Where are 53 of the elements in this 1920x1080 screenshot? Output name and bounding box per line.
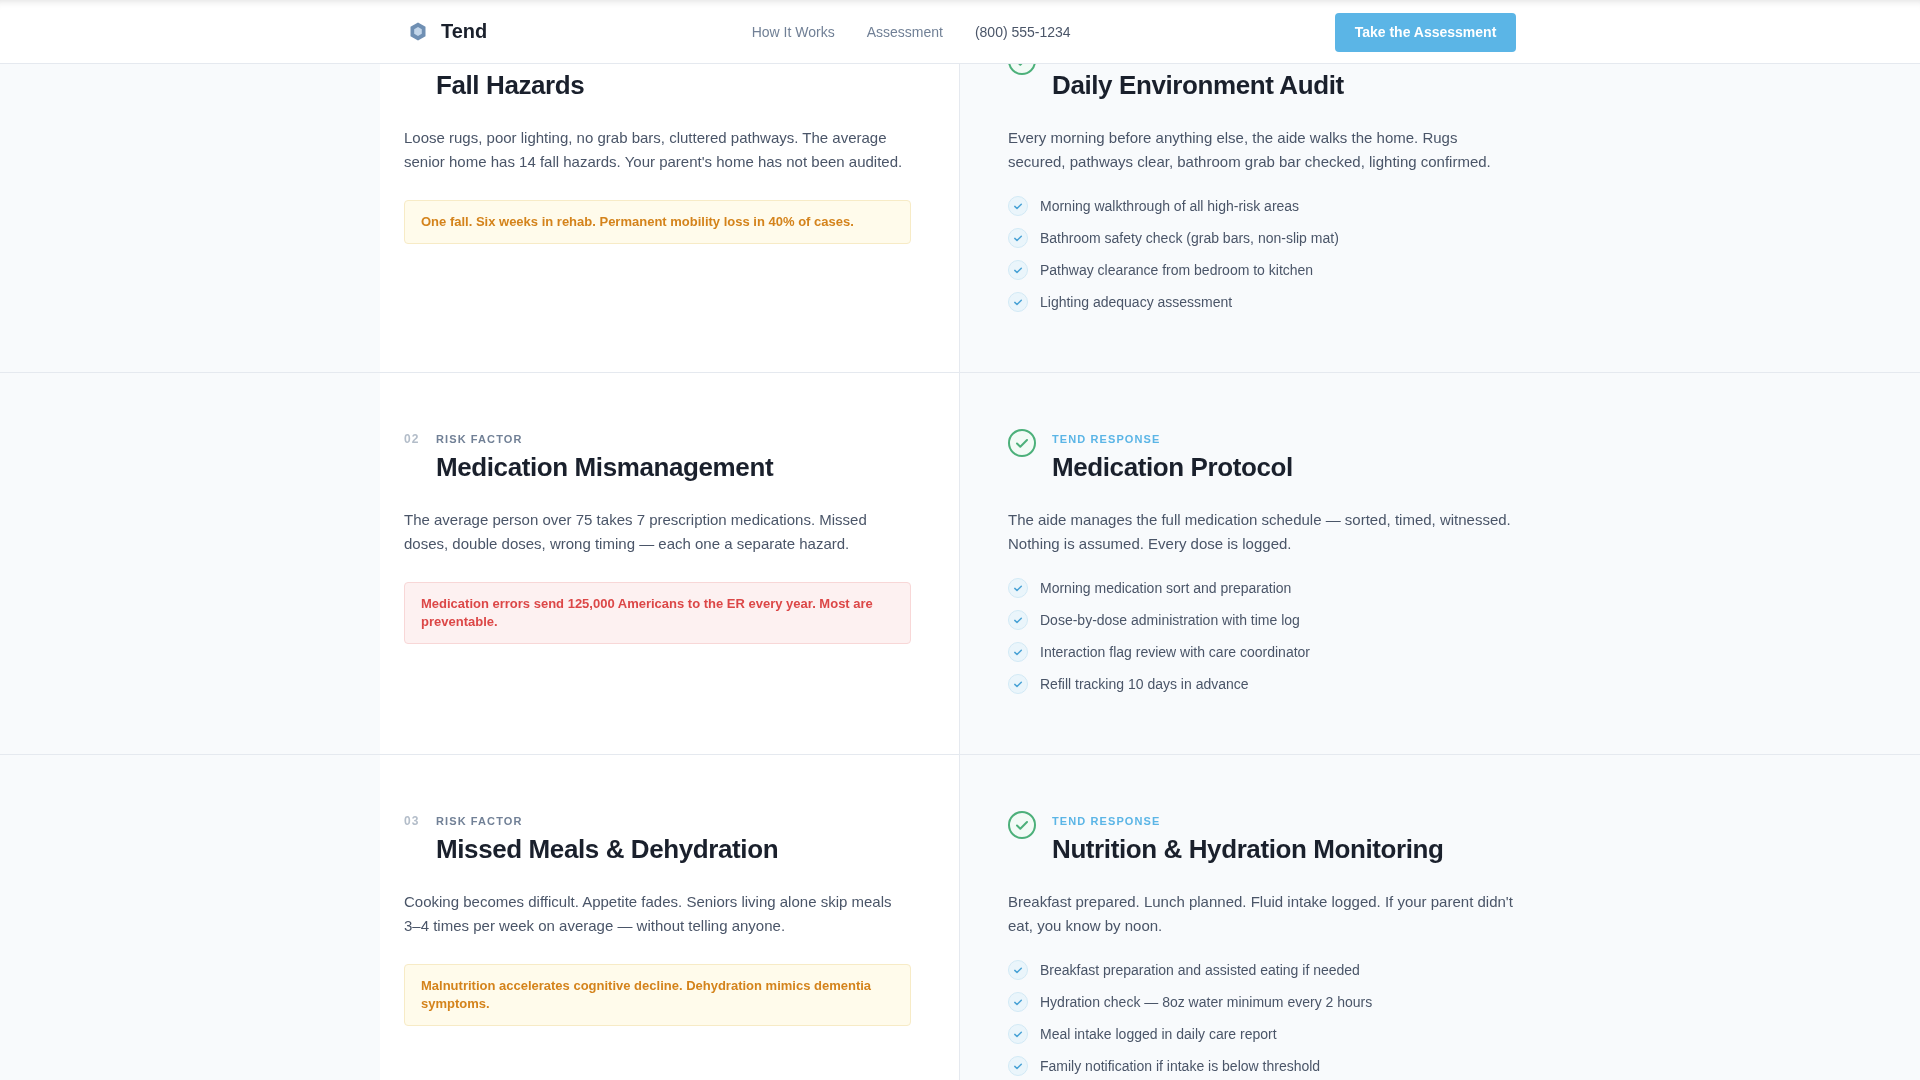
- nav-link[interactable]: How It Works: [751, 24, 835, 40]
- hexagon-logo-icon: [410, 22, 426, 41]
- checklist-item: Breakfast preparation and assisted eating if needed: [1040, 961, 1360, 980]
- step-number: 03: [404, 814, 420, 828]
- check-circle-icon: [1008, 992, 1028, 1012]
- nav-link[interactable]: (800) 555-1234: [974, 24, 1071, 40]
- checklist-item: Refill tracking 10 days in advance: [1040, 675, 1249, 694]
- section-label: TEND RESPONSE: [1052, 814, 1161, 828]
- section-heading: Fall Hazards: [436, 69, 586, 101]
- check-circle-icon: [1008, 228, 1028, 248]
- section-label: TEND RESPONSE: [1052, 432, 1161, 446]
- checklist-item: Hydration check — 8oz water minimum every 2 hours: [1040, 993, 1373, 1012]
- section-heading: Medication Mismanagement: [436, 451, 775, 483]
- check-circle-icon: [1008, 196, 1028, 216]
- section-text: Cooking becomes difficult. Appetite fades. Seniors living alone skip meals 3–4 times per week on average — without telling anyone.: [404, 892, 893, 936]
- section-label: RISK FACTOR: [436, 814, 523, 828]
- section-heading: Medication Protocol: [1052, 451, 1294, 483]
- section-label: RISK FACTOR: [436, 432, 523, 446]
- callout: One fall. Six weeks in rehab. Permanent mobility loss in 40% of cases.: [404, 200, 911, 244]
- check-circle-icon: [1008, 642, 1028, 662]
- take-assessment-button[interactable]: Take the Assessment: [1335, 12, 1516, 52]
- check-circle-icon: [1008, 429, 1036, 457]
- check-circle-icon: [1008, 960, 1028, 980]
- section-heading: Daily Environment Audit: [1052, 69, 1345, 101]
- section-text: Every morning before anything else, the aide walks the home. Rugs secured, pathways clear, bathroom grab bar checked, lighting confirmed.: [1008, 128, 1492, 172]
- check-circle-icon: [1008, 578, 1028, 598]
- check-circle-icon: [1008, 811, 1036, 839]
- checklist-item: Family notification if intake is below threshold: [1040, 1057, 1321, 1076]
- check-circle-icon: [1008, 1056, 1028, 1076]
- checklist-item: Interaction flag review with care coordinator: [1040, 643, 1311, 662]
- checklist-item: Morning walkthrough of all high-risk areas: [1040, 197, 1300, 216]
- checklist-item: Lighting adequacy assessment: [1040, 293, 1233, 312]
- callout: Malnutrition accelerates cognitive decline. Dehydration mimics dementia symptoms.: [404, 964, 911, 1026]
- section-text: Loose rugs, poor lighting, no grab bars, cluttered pathways. The average senior home has 14 fall hazards. Your parent's home has not been audited.: [404, 128, 904, 172]
- section-heading: Missed Meals & Dehydration: [436, 833, 780, 865]
- check-circle-icon: [1008, 260, 1028, 280]
- check-circle-icon: [1008, 674, 1028, 694]
- section-text: The aide manages the full medication schedule — sorted, timed, witnessed. Nothing is assumed. Every dose is logged.: [1008, 510, 1512, 554]
- checklist-item: Dose-by-dose administration with time log: [1040, 611, 1300, 630]
- section-text: Breakfast prepared. Lunch planned. Fluid intake logged. If your parent didn't eat, you know by noon.: [1008, 892, 1514, 936]
- check-circle-icon: [1008, 292, 1028, 312]
- callout: Medication errors send 125,000 Americans to the ER every year. Most are preventable.: [404, 582, 911, 644]
- check-circle-icon: [1008, 1024, 1028, 1044]
- section-text: The average person over 75 takes 7 prescription medications. Missed doses, double doses, wrong timing — each one a separate hazard.: [404, 510, 868, 554]
- brand-name[interactable]: Tend: [441, 20, 488, 43]
- step-number: 02: [404, 432, 420, 446]
- check-circle-icon: [1008, 610, 1028, 630]
- checklist-item: Meal intake logged in daily care report: [1040, 1025, 1277, 1044]
- section-heading: Nutrition & Hydration Monitoring: [1052, 833, 1445, 865]
- checklist-item: Pathway clearance from bedroom to kitchen: [1040, 261, 1314, 280]
- checklist-item: Morning medication sort and preparation: [1040, 579, 1292, 598]
- nav-link[interactable]: Assessment: [866, 24, 943, 40]
- checklist-item: Bathroom safety check (grab bars, non-slip mat): [1040, 229, 1339, 248]
